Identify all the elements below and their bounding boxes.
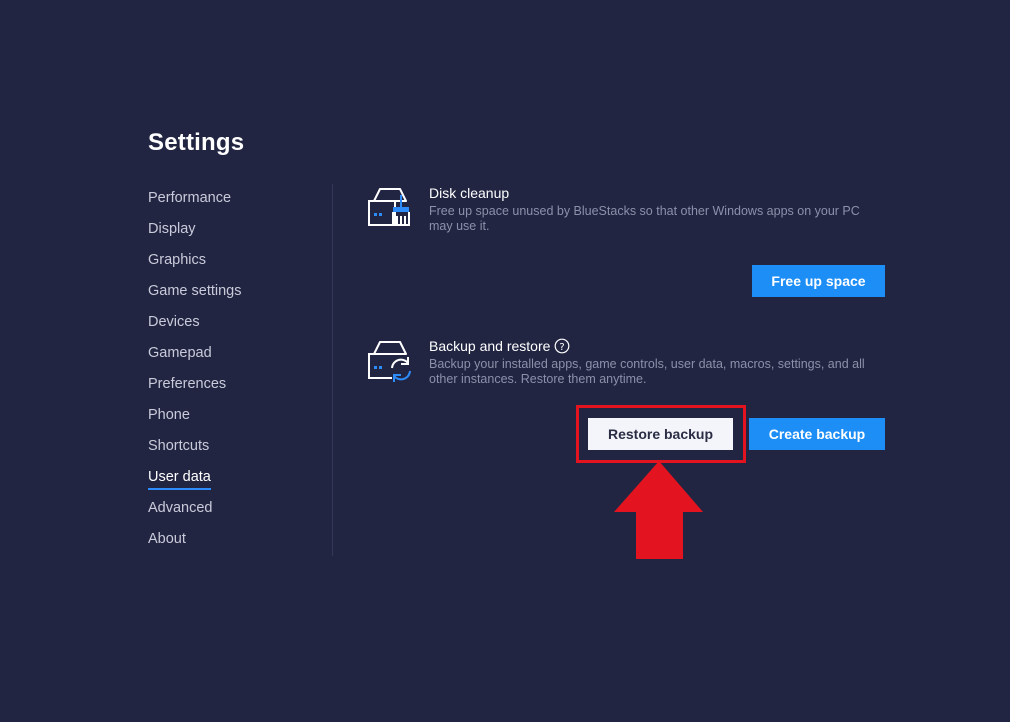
sidebar-item-label: Performance <box>148 190 232 206</box>
sidebar-item-label: Phone <box>148 407 190 423</box>
sidebar-item-label: About <box>148 531 186 547</box>
sidebar-item-label: Display <box>148 221 196 237</box>
backup-restore-description: Backup your installed apps, game control… <box>429 357 865 386</box>
sidebar-item-game-settings[interactable]: Game settings <box>148 281 328 312</box>
sidebar-item-label: Devices <box>148 314 200 330</box>
create-backup-button[interactable]: Create backup <box>749 418 885 450</box>
disk-cleanup-icon <box>368 188 410 226</box>
backup-restore-section: Backup and restore ? Backup your install… <box>366 338 886 398</box>
arrow-up-icon <box>614 461 703 559</box>
sidebar-item-display[interactable]: Display <box>148 219 328 250</box>
help-icon[interactable]: ? <box>554 338 570 354</box>
backup-restore-title-row: Backup and restore ? <box>429 338 570 354</box>
sidebar-item-label: Advanced <box>148 500 213 516</box>
sidebar-item-gamepad[interactable]: Gamepad <box>148 343 328 374</box>
sidebar-item-shortcuts[interactable]: Shortcuts <box>148 436 328 467</box>
page-title: Settings <box>148 129 245 156</box>
disk-cleanup-title: Disk cleanup <box>429 185 510 201</box>
sidebar-item-label: Game settings <box>148 283 242 299</box>
sidebar-item-performance[interactable]: Performance <box>148 188 328 219</box>
sidebar-item-phone[interactable]: Phone <box>148 405 328 436</box>
free-up-space-button[interactable]: Free up space <box>752 265 885 297</box>
sidebar-item-label: User data <box>148 467 211 490</box>
sidebar-item-label: Graphics <box>148 252 207 268</box>
sidebar-item-advanced[interactable]: Advanced <box>148 498 328 529</box>
sidebar-item-about[interactable]: About <box>148 529 328 560</box>
sidebar-item-label: Shortcuts <box>148 438 210 454</box>
svg-text:?: ? <box>560 342 565 353</box>
sidebar-item-devices[interactable]: Devices <box>148 312 328 343</box>
backup-restore-title: Backup and restore <box>429 338 551 354</box>
sidebar-item-graphics[interactable]: Graphics <box>148 250 328 281</box>
sidebar-item-preferences[interactable]: Preferences <box>148 374 328 405</box>
sidebar-item-label: Gamepad <box>148 345 212 361</box>
sidebar-divider <box>332 184 333 556</box>
disk-cleanup-description: Free up space unused by BlueStacks so th… <box>429 204 860 233</box>
sidebar-item-user-data[interactable]: User data <box>148 467 328 498</box>
backup-restore-icon <box>368 341 411 382</box>
sidebar-item-label: Preferences <box>148 376 227 392</box>
settings-sidebar: Performance Display Graphics Game settin… <box>148 188 328 560</box>
disk-cleanup-section: Disk cleanup Free up space unused by Blu… <box>366 185 886 245</box>
restore-backup-button[interactable]: Restore backup <box>588 418 733 450</box>
